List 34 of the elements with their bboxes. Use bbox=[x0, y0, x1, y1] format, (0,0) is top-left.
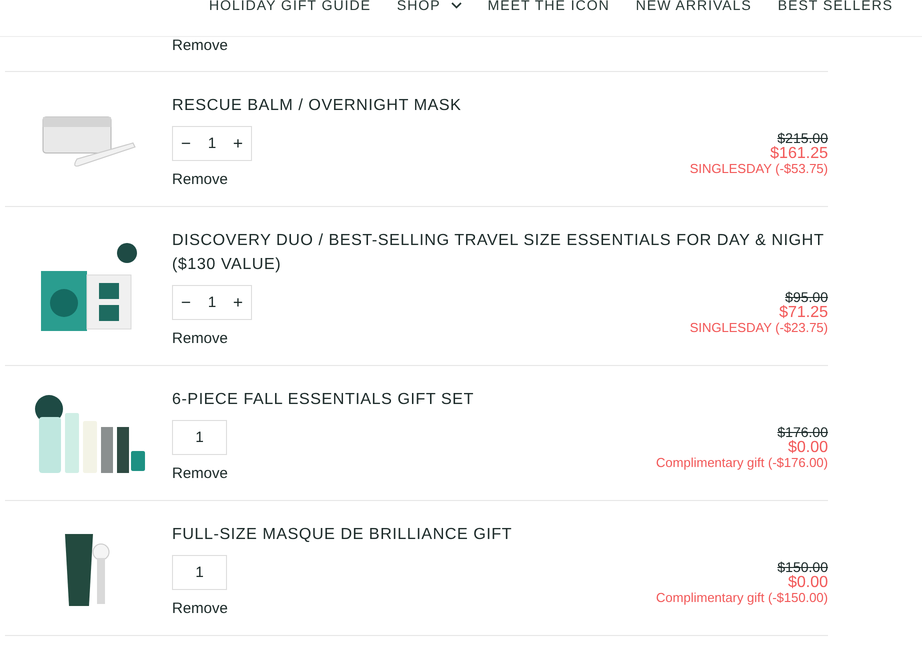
increase-button[interactable]: + bbox=[225, 286, 251, 319]
remove-link[interactable]: Remove bbox=[172, 465, 228, 482]
remove-link[interactable]: Remove bbox=[172, 171, 252, 188]
nav-link[interactable]: NEW ARRIVALS bbox=[636, 0, 752, 13]
remove-link[interactable]: Remove bbox=[172, 37, 228, 54]
quantity-field[interactable]: 1 bbox=[172, 420, 227, 455]
discount-label: Complimentary gift (-$176.00) bbox=[656, 455, 828, 471]
increase-button[interactable]: + bbox=[225, 127, 251, 160]
decrease-button[interactable]: − bbox=[173, 286, 199, 319]
sale-price: $161.25 bbox=[770, 146, 828, 161]
nav-link[interactable]: SHOP bbox=[396, 0, 462, 13]
nav-link[interactable]: HOLIDAY GIFT GUIDE bbox=[209, 0, 371, 13]
remove-link[interactable]: Remove bbox=[172, 330, 252, 347]
product-title: FULL-SIZE MASQUE DE BRILLIANCE GIFT bbox=[172, 525, 514, 545]
quantity-field[interactable]: 1 bbox=[199, 294, 225, 311]
decrease-button[interactable]: − bbox=[173, 127, 199, 160]
sale-price: $0.00 bbox=[788, 575, 828, 590]
quantity-field[interactable]: 1 bbox=[199, 135, 225, 152]
sale-price: $0.00 bbox=[788, 440, 828, 455]
product-title: RESCUE BALM / OVERNIGHT MASK bbox=[172, 96, 462, 116]
original-price: $215.00 bbox=[777, 131, 828, 146]
product-title: DISCOVERY DUO / BEST-SELLING TRAVEL SIZE ESSENTIALS FOR DAY & NIGHT ($130 VALUE) bbox=[172, 231, 825, 275]
quantity-field[interactable]: 1 bbox=[172, 555, 227, 590]
discount-label: SINGLESDAY (-$23.75) bbox=[690, 320, 828, 336]
nav-link[interactable]: BEST SELLERS bbox=[778, 0, 894, 13]
sale-price: $71.25 bbox=[779, 305, 828, 320]
product-title: 6-PIECE FALL ESSENTIALS GIFT SET bbox=[172, 390, 475, 410]
discount-label: Complimentary gift (-$150.00) bbox=[656, 590, 828, 606]
original-price: $95.00 bbox=[785, 290, 828, 305]
discount-label: SINGLESDAY (-$53.75) bbox=[690, 161, 828, 177]
remove-link[interactable]: Remove bbox=[172, 600, 228, 617]
original-price: $176.00 bbox=[777, 425, 828, 440]
original-price: $150.00 bbox=[777, 560, 828, 575]
nav-link[interactable]: MEET THE ICON bbox=[488, 0, 610, 13]
